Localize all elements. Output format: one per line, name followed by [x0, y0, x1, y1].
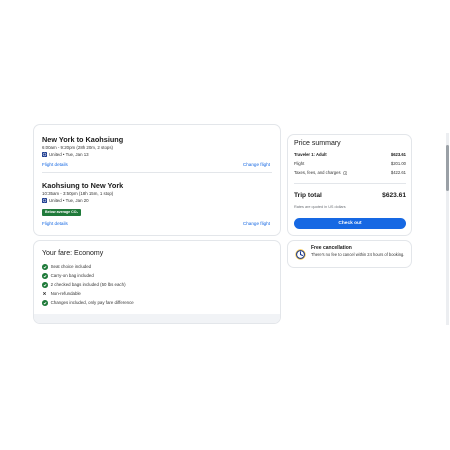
check-circle-icon [42, 273, 48, 279]
price-summary-title: Price summary [294, 140, 341, 147]
fare-item-label: Non-refundable [50, 291, 81, 297]
return-change-flight-link[interactable]: Change flight [243, 221, 270, 226]
traveler-label: Traveler 1: Adult [294, 152, 327, 157]
trip-total-label: Trip total [294, 192, 322, 199]
return-times: 10:35am - 3:50pm (18h 15m, 1 stop) [42, 191, 114, 196]
free-cancellation-card: Free cancellation There's no fee to canc… [287, 240, 412, 268]
traveler-value: $623.61 [390, 152, 406, 157]
currency-note: Rates are quoted in US dollars [294, 205, 346, 209]
fare-item: Non-refundable [42, 291, 81, 297]
flight-value: $201.00 [390, 161, 406, 166]
outbound-airline-row: United • Tue, Jan 13 [42, 152, 89, 157]
airline-logo-icon [42, 198, 47, 203]
return-airline-row: United • Tue, Jan 20 [42, 198, 89, 203]
fare-card: Your fare: Economy Seat choice included … [33, 240, 281, 324]
check-circle-icon [42, 282, 48, 288]
co2-badge: Below average CO₂ [42, 209, 82, 216]
price-summary-card: Price summary Traveler 1: Adult $623.61 … [287, 134, 412, 236]
outbound-airline-date: United • Tue, Jan 13 [49, 152, 89, 157]
return-airline-date: United • Tue, Jan 20 [49, 198, 89, 203]
scrollbar-thumb[interactable] [446, 145, 449, 191]
airline-logo-icon [42, 152, 47, 157]
fare-card-footer [34, 314, 280, 323]
outbound-change-flight-link[interactable]: Change flight [243, 162, 270, 167]
traveler-row: Traveler 1: Adult $623.61 [294, 152, 406, 157]
info-icon[interactable] [342, 170, 347, 175]
fare-item-label: Carry-on bag included [50, 273, 94, 279]
flights-divider [42, 172, 272, 173]
trip-total-row: Trip total $623.61 [294, 192, 406, 199]
taxes-value: $422.61 [390, 170, 406, 175]
fare-item: Seat choice included [42, 264, 91, 270]
clock-icon [295, 249, 306, 260]
outbound-flight-details-link[interactable]: Flight details [42, 162, 68, 167]
price-divider [294, 183, 406, 184]
flight-label: Flight [294, 161, 305, 166]
return-route-title: Kaohsiung to New York [42, 181, 124, 190]
return-flight-details-link[interactable]: Flight details [42, 221, 68, 226]
fare-item-label: Seat choice included [50, 264, 92, 270]
trip-total-value: $623.61 [382, 192, 406, 199]
fare-item: Changes included, only pay fare differen… [42, 300, 134, 306]
outbound-times: 6:00am - 9:20pm (28h 20m, 2 stops) [42, 145, 114, 150]
fare-item-label: 2 checked bags included (50 lbs each) [50, 282, 126, 288]
outbound-route-title: New York to Kaohsiung [42, 135, 124, 144]
check-circle-icon [42, 300, 48, 306]
taxes-label: Taxes, fees, and charges [294, 170, 341, 175]
fare-item-label: Changes included, only pay fare differen… [50, 300, 134, 306]
fare-item: 2 checked bags included (50 lbs each) [42, 282, 126, 288]
flights-card: New York to Kaohsiung 6:00am - 9:20pm (2… [33, 124, 281, 236]
taxes-row: Taxes, fees, and charges $422.61 [294, 170, 406, 175]
fare-item: Carry-on bag included [42, 273, 94, 279]
check-out-button[interactable]: Check out [294, 218, 406, 229]
check-circle-icon [42, 264, 48, 270]
x-icon [42, 291, 48, 297]
fare-title: Your fare: Economy [42, 250, 104, 257]
free-cancellation-title: Free cancellation [311, 245, 352, 251]
free-cancellation-text: There's no fee to cancel within 24 hours… [311, 252, 405, 257]
flight-row: Flight $201.00 [294, 161, 406, 166]
